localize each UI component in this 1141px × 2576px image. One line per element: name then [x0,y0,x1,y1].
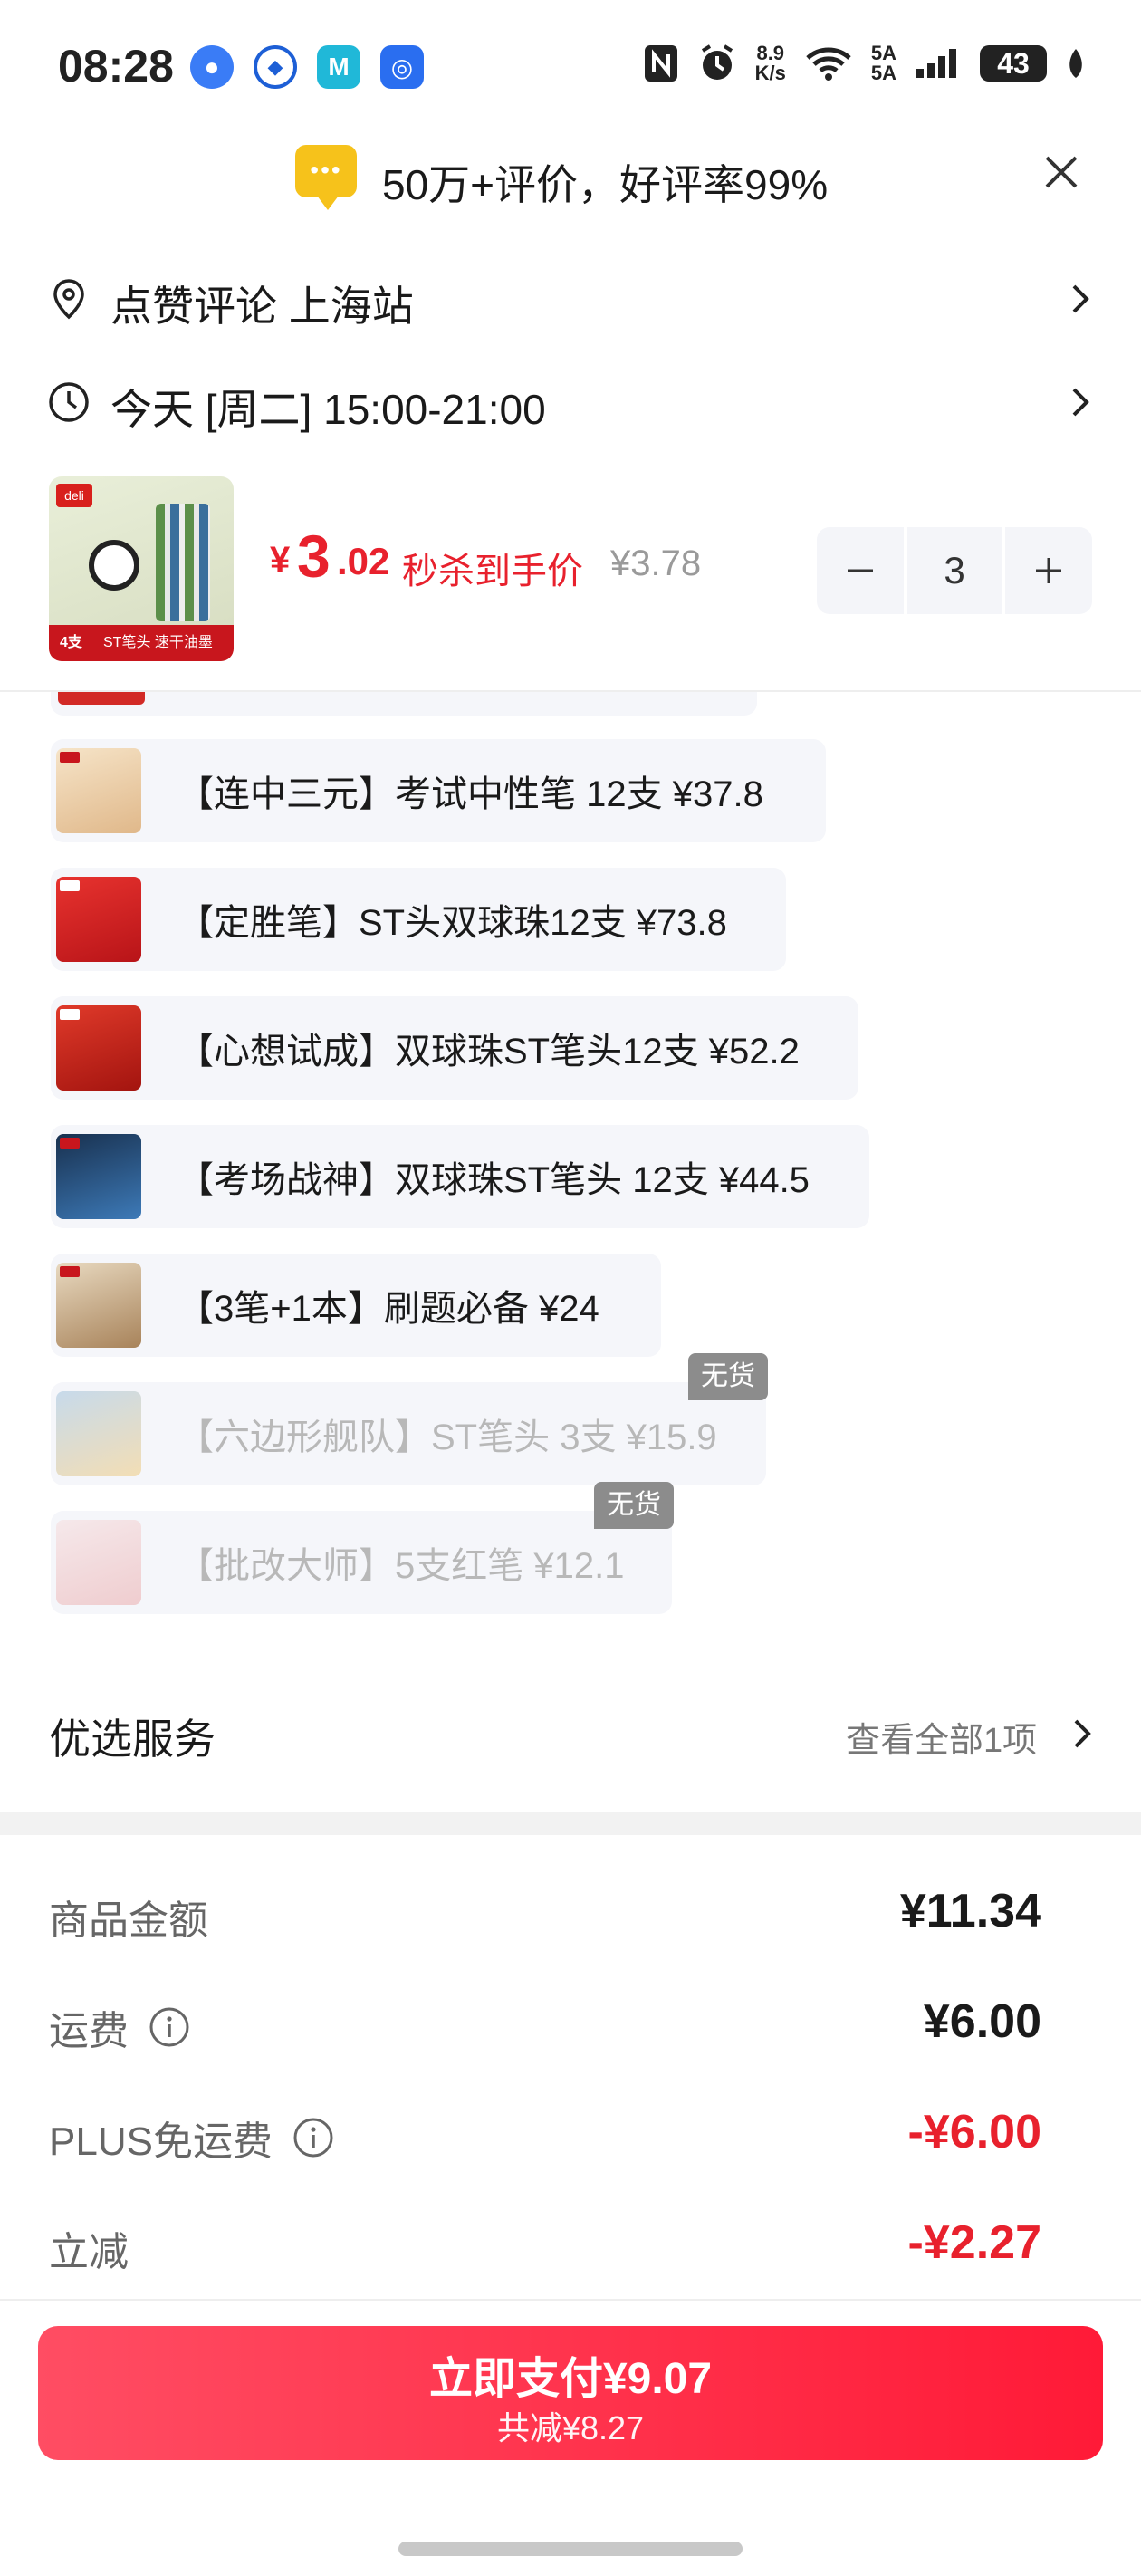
original-price: ¥3.78 [610,543,702,583]
shipping-value: ¥6.00 [923,1995,1041,2048]
status-time: 08:28 [58,41,174,91]
delivery-time-text: 今天 [周二] 15:00-21:00 [110,386,546,433]
bundle-item-soldout: 【六边形舰队】ST笔头 3支 ¥15.9 [51,1382,766,1485]
thumbnail-band: 4支 ST笔头 速干油墨 [49,625,234,661]
bundle-label: 【定胜笔】ST头双球珠12支 ¥73.8 [177,903,727,943]
chat-app-icon: ● [190,45,234,89]
bundle-label: 【3笔+1本】刷题必备 ¥24 [177,1289,599,1329]
bundle-thumbnail [56,748,141,833]
bundle-item[interactable]: 【心想试成】双球珠ST笔头12支 ¥52.2 [51,996,858,1100]
chevron-right-icon [1074,1719,1091,1748]
nfc-icon [644,45,677,82]
bundle-thumbnail [56,1391,141,1476]
minus-icon [848,569,873,572]
plus-free-shipping-row: PLUS免运费 -¥6.00 [0,2091,1141,2181]
quantity-stepper: 3 [817,527,1092,614]
close-icon[interactable] [1041,152,1081,192]
browser-app-icon: M [317,45,360,89]
message-dots-icon [295,145,357,210]
instant-discount-value: -¥2.27 [907,2216,1041,2269]
bundle-item[interactable]: 【连中三元】考试中性笔 12支 ¥37.8 [51,739,826,842]
bundle-item-partial [51,692,757,716]
alarm-icon [701,44,733,80]
sim-labels: 5A 5A [870,42,896,84]
bundle-thumbnail [56,1263,141,1348]
services-title: 优选服务 [49,1716,216,1763]
wifi-icon [806,47,851,81]
panda-image [89,540,139,591]
bulb-app-icon: ◎ [380,45,424,89]
bundle-thumbnail [56,877,141,962]
location-pin-icon [53,279,84,320]
goods-amount-label: 商品金额 [49,1898,208,1943]
clock-icon [49,382,89,422]
product-thumbnail[interactable]: deli 4支 ST笔头 速干油墨 [49,476,234,661]
section-separator [0,1812,1141,1835]
bundle-label: 【批改大师】5支红笔 ¥12.1 [177,1546,625,1586]
rating-banner: 50万+评价，好评率99% [0,136,1141,217]
seckill-label: 秒杀到手价 [402,552,583,591]
goods-amount-row: 商品金额 ¥11.34 [0,1870,1141,1960]
shipping-label: 运费 [49,1998,190,2056]
goods-amount-value: ¥11.34 [899,1885,1041,1937]
bundle-item[interactable]: 【考场战神】双球珠ST笔头 12支 ¥44.5 [51,1125,869,1228]
preferred-services-row[interactable]: 优选服务 查看全部1项 [0,1685,1141,1784]
pay-now-button[interactable]: 立即支付¥9.07 共减¥8.27 [38,2326,1103,2460]
status-right: 8.9 K/s 5A 5A 43 [643,43,1087,83]
shipping-row: 运费 ¥6.00 [0,1980,1141,2071]
signal-icon [916,49,956,78]
net-speed: 8.9 K/s [754,42,786,84]
plus-free-shipping-value: -¥6.00 [907,2106,1041,2158]
brand-logo: deli [56,484,92,507]
leaf-icon [1069,49,1082,78]
soldout-badge: 无货 [594,1482,674,1529]
chevron-right-icon [1072,284,1089,313]
decrease-button[interactable] [817,527,904,614]
services-view-all[interactable]: 查看全部1项 [846,1712,1037,1762]
price-decimal: .02 [337,540,390,582]
bundle-thumbnail [56,1134,141,1219]
bundle-item[interactable]: 【定胜笔】ST头双球珠12支 ¥73.8 [51,868,786,971]
bank-app-icon: ◆ [254,45,297,89]
divider [0,2299,1141,2301]
price-integer: 3 [297,523,331,590]
plus-free-shipping-label: PLUS免运费 [49,2109,334,2167]
price-currency: ¥ [270,540,291,580]
chevron-right-icon [1072,388,1089,417]
status-bar: 08:28 ● ◆ M ◎ 8.9 K/s 5A 5A 43 [0,0,1141,136]
total-savings-label: 共减¥8.27 [496,2409,645,2446]
info-icon[interactable] [292,2117,334,2158]
plus-icon [1036,558,1061,583]
bundle-thumbnail [58,692,145,705]
bundle-item-soldout: 【批改大师】5支红笔 ¥12.1 [51,1511,672,1614]
bundle-label: 【连中三元】考试中性笔 12支 ¥37.8 [177,774,763,814]
quantity-value[interactable]: 3 [907,527,1002,614]
product-row: deli 4支 ST笔头 速干油墨 ¥ 3 .02 秒杀到手价 ¥3.78 3 [0,471,1141,688]
increase-button[interactable] [1005,527,1092,614]
info-icon[interactable] [149,2006,190,2048]
bundle-label: 【六边形舰队】ST笔头 3支 ¥15.9 [177,1418,717,1457]
bundle-thumbnail [56,1520,141,1605]
bundle-label: 【考场战神】双球珠ST笔头 12支 ¥44.5 [177,1160,810,1200]
instant-discount-label: 立减 [49,2230,129,2274]
soldout-badge: 无货 [688,1353,768,1400]
delivery-time-row[interactable]: 今天 [周二] 15:00-21:00 [0,359,1141,449]
battery-indicator: 43 [980,45,1047,82]
pens-image [156,504,210,621]
notification-icons: ● ◆ M ◎ [190,45,424,89]
bundle-thumbnail [56,1005,141,1091]
bundle-label: 【心想试成】双球珠ST笔头12支 ¥52.2 [177,1032,800,1072]
home-indicator[interactable] [398,2542,743,2556]
banner-text: 50万+评价，好评率99% [382,161,829,208]
address-row[interactable]: 点赞评论 上海站 [0,254,1141,344]
bundle-item[interactable]: 【3笔+1本】刷题必备 ¥24 [51,1254,661,1357]
pay-now-label: 立即支付¥9.07 [428,2355,713,2403]
instant-discount-row: 立减 -¥2.27 [0,2201,1141,2292]
address-text: 点赞评论 上海站 [110,283,414,330]
